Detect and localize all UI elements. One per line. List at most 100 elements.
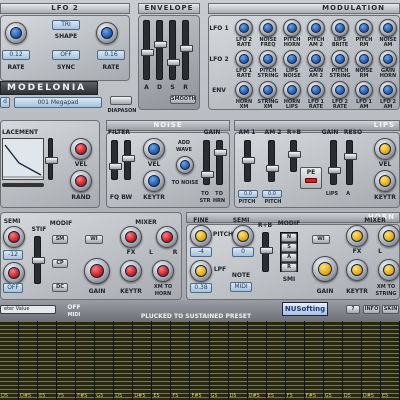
horn-wi-button[interactable]: WI <box>312 235 330 244</box>
envelope-decay-slider[interactable] <box>154 20 167 80</box>
modulation-knob[interactable] <box>235 50 253 68</box>
modulation-knob[interactable] <box>307 81 325 99</box>
piano-key[interactable]: G5 <box>209 321 229 400</box>
string-xm-knob[interactable] <box>152 260 174 282</box>
horn-lpf-knob[interactable] <box>190 260 212 282</box>
noise-vel-knob[interactable] <box>143 138 165 160</box>
modulation-knob[interactable] <box>379 81 397 99</box>
modulation-knob[interactable] <box>331 81 349 99</box>
diapason-button[interactable] <box>110 96 132 105</box>
string-off-display[interactable]: OFF <box>3 283 23 293</box>
modulation-knob[interactable] <box>331 50 349 68</box>
noise-gain-str-slider[interactable] <box>201 140 214 185</box>
lips-rb-slider[interactable] <box>288 140 301 172</box>
piano-key[interactable]: G5 <box>95 321 115 400</box>
displacement-slider[interactable] <box>45 138 58 180</box>
modulation-knob[interactable] <box>283 19 301 37</box>
string-wi-button[interactable]: WI <box>85 235 103 244</box>
piano-key[interactable]: E5 <box>266 321 286 400</box>
horn-gain-knob[interactable] <box>312 256 338 282</box>
lips-am2-slider[interactable] <box>266 140 279 182</box>
string-modif-sm-button[interactable]: SM <box>52 235 68 244</box>
noise-bw-slider[interactable] <box>122 140 135 180</box>
modulation-knob[interactable] <box>379 50 397 68</box>
horn-fine-knob[interactable] <box>190 225 212 247</box>
string-modif-dc-button[interactable]: DC <box>52 283 68 292</box>
modulation-knob[interactable] <box>307 50 325 68</box>
piano-key[interactable]: D5 <box>228 321 248 400</box>
horn-l-knob[interactable] <box>378 225 400 247</box>
horn-modif-n-button[interactable]: N <box>281 233 297 242</box>
string-gain-knob[interactable] <box>84 258 110 284</box>
envelope-smooth-button[interactable]: SMOOTH <box>170 95 196 104</box>
info-button[interactable]: INFO <box>363 305 380 314</box>
modulation-knob[interactable] <box>355 81 373 99</box>
envelope-attack-slider[interactable] <box>141 20 154 80</box>
piano-key[interactable]: F#5 <box>304 321 324 400</box>
horn-fx-knob[interactable] <box>346 225 368 247</box>
string-fine-knob[interactable] <box>3 262 25 284</box>
modulation-knob[interactable] <box>331 19 349 37</box>
string-stif-slider[interactable] <box>32 236 45 284</box>
modulation-knob[interactable] <box>235 19 253 37</box>
piano-key[interactable]: D5 <box>0 321 20 400</box>
lips-reso-slider[interactable] <box>344 140 357 185</box>
horn-modif-r-button[interactable]: R <box>281 263 297 272</box>
piano-key[interactable]: D5 <box>342 321 362 400</box>
modulation-knob[interactable] <box>355 19 373 37</box>
string-l-knob[interactable] <box>156 226 178 248</box>
noise-gain-hrn-slider[interactable] <box>214 140 227 185</box>
modulation-knob[interactable] <box>283 81 301 99</box>
lips-vel-knob[interactable] <box>374 138 396 160</box>
string-keytr-knob[interactable] <box>120 260 142 282</box>
lfo2-rate-right-knob[interactable] <box>96 22 118 44</box>
modulation-knob[interactable] <box>379 19 397 37</box>
skin-button[interactable]: SKIN <box>382 305 399 314</box>
help-button[interactable]: ? <box>346 305 360 314</box>
horn-keytr-knob[interactable] <box>346 259 368 281</box>
piano-key[interactable]: D5 <box>114 321 134 400</box>
modulation-knob[interactable] <box>259 81 277 99</box>
piano-key[interactable]: D#5 <box>19 321 39 400</box>
displacement-rand-knob[interactable] <box>70 170 92 192</box>
piano-key[interactable]: F5 <box>171 321 191 400</box>
lfo2-sync-display[interactable]: OFF <box>52 50 80 60</box>
modulation-knob[interactable] <box>235 81 253 99</box>
piano-key[interactable]: F5 <box>57 321 77 400</box>
horn-rb-slider[interactable] <box>260 232 273 272</box>
lips-am1-slider[interactable] <box>242 140 255 182</box>
string-semi-knob[interactable] <box>3 226 25 248</box>
horn-semi-knob[interactable] <box>232 225 254 247</box>
lfo2-shape-display[interactable]: TRI <box>52 20 80 30</box>
piano-key[interactable]: E5 <box>380 321 400 400</box>
modulation-knob[interactable] <box>283 50 301 68</box>
piano-key[interactable]: D#5 <box>247 321 267 400</box>
noise-keytr-knob[interactable] <box>143 170 165 192</box>
piano-key[interactable]: G5 <box>323 321 343 400</box>
noise-fq-slider[interactable] <box>109 140 122 180</box>
piano-key[interactable]: E5 <box>38 321 58 400</box>
piano-key[interactable]: F5 <box>285 321 305 400</box>
piano-key[interactable]: F#5 <box>76 321 96 400</box>
horn-modif-s-button[interactable]: S <box>281 243 297 252</box>
modulation-knob[interactable] <box>355 50 373 68</box>
envelope-sustain-slider[interactable] <box>167 20 180 80</box>
lips-pe-led[interactable] <box>305 178 317 183</box>
displacement-graph[interactable] <box>2 138 44 180</box>
modulation-knob[interactable] <box>307 19 325 37</box>
modulation-knob[interactable] <box>259 50 277 68</box>
displacement-hslider[interactable] <box>2 183 44 187</box>
lips-gain-slider[interactable] <box>328 140 341 185</box>
preset-name-display[interactable]: 001 Megapad <box>14 97 102 108</box>
lfo2-rate-left-knob[interactable] <box>5 22 27 44</box>
piano-key[interactable]: E5 <box>152 321 172 400</box>
displacement-vel-knob[interactable] <box>70 138 92 160</box>
horn-xm-knob[interactable] <box>378 259 400 281</box>
string-fx-knob[interactable] <box>120 226 142 248</box>
noise-add-wave-knob[interactable] <box>176 156 194 174</box>
envelope-release-slider[interactable] <box>180 20 193 80</box>
string-modif-cp-button[interactable]: CP <box>52 259 68 268</box>
piano-key[interactable]: F#5 <box>190 321 210 400</box>
lips-keytr-knob[interactable] <box>374 170 396 192</box>
modulation-knob[interactable] <box>259 19 277 37</box>
